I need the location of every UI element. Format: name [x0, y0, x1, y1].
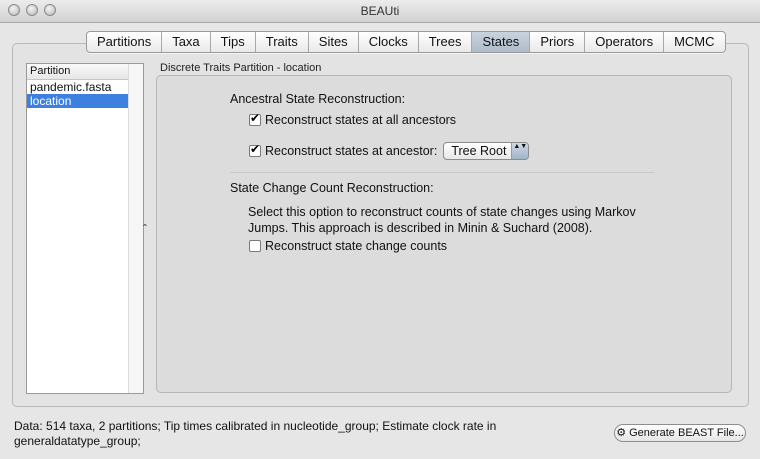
generate-beast-file-button[interactable]: ⚙ Generate BEAST File... [614, 424, 746, 442]
markov-jumps-description: Select this option to reconstruct counts… [248, 205, 636, 235]
tab-mcmc[interactable]: MCMC [664, 32, 724, 52]
tab-taxa[interactable]: Taxa [162, 32, 211, 52]
ancestor-select-value: Tree Root [451, 144, 507, 158]
ancestor-select[interactable]: Tree Root ▲▼ [443, 142, 530, 160]
reconstruct-all-ancestors-label: Reconstruct states at all ancestors [265, 113, 457, 127]
tab-tips[interactable]: Tips [211, 32, 256, 52]
partition-list-header[interactable]: Partition [27, 64, 143, 80]
partition-list-scrollbar[interactable] [128, 64, 143, 393]
ancestral-state-heading: Ancestral State Reconstruction: [230, 92, 406, 106]
reconstruct-all-ancestors-row[interactable]: Reconstruct states at all ancestors [249, 111, 457, 127]
title-bar: BEAUti [0, 0, 760, 23]
reconstruct-all-ancestors-checkbox[interactable] [249, 111, 261, 126]
reconstruct-at-ancestor-row[interactable]: Reconstruct states at ancestor: Tree Roo… [249, 142, 530, 160]
tab-priors[interactable]: Priors [530, 32, 586, 52]
tab-partitions[interactable]: Partitions [87, 32, 163, 52]
partition-item-pandemic-fasta[interactable]: pandemic.fasta [27, 80, 143, 94]
reconstruct-change-counts-label: Reconstruct state change counts [265, 239, 448, 253]
tab-traits[interactable]: Traits [256, 32, 309, 52]
generate-beast-file-label: Generate BEAST File... [629, 427, 744, 439]
panel-title: Discrete Traits Partition - location [160, 62, 322, 74]
state-change-heading: State Change Count Reconstruction: [230, 181, 434, 195]
status-text: Data: 514 taxa, 2 partitions; Tip times … [14, 419, 497, 448]
gear-icon: ⚙ [616, 427, 627, 439]
partition-item-location[interactable]: location [27, 94, 143, 108]
tab-sites[interactable]: Sites [309, 32, 359, 52]
tab-bar: Partitions Taxa Tips Traits Sites Clocks… [86, 31, 726, 53]
partition-list: Partition pandemic.fasta location [26, 63, 144, 394]
beauti-window: BEAUti Partitions Taxa Tips Traits Sites… [0, 0, 760, 459]
reconstruct-at-ancestor-checkbox[interactable] [249, 142, 261, 157]
tab-trees[interactable]: Trees [419, 32, 473, 52]
tab-clocks[interactable]: Clocks [359, 32, 419, 52]
split-pane-handle-icon[interactable]: ˆ [143, 222, 147, 236]
window-title: BEAUti [360, 4, 400, 18]
tab-states[interactable]: States [472, 32, 531, 52]
reconstruct-at-ancestor-label: Reconstruct states at ancestor: [265, 144, 438, 158]
section-divider [230, 172, 654, 173]
reconstruct-change-counts-checkbox[interactable] [249, 240, 261, 252]
tab-operators[interactable]: Operators [585, 32, 665, 52]
select-arrows-icon: ▲▼ [511, 143, 529, 159]
reconstruct-change-counts-row[interactable]: Reconstruct state change counts [249, 239, 447, 253]
